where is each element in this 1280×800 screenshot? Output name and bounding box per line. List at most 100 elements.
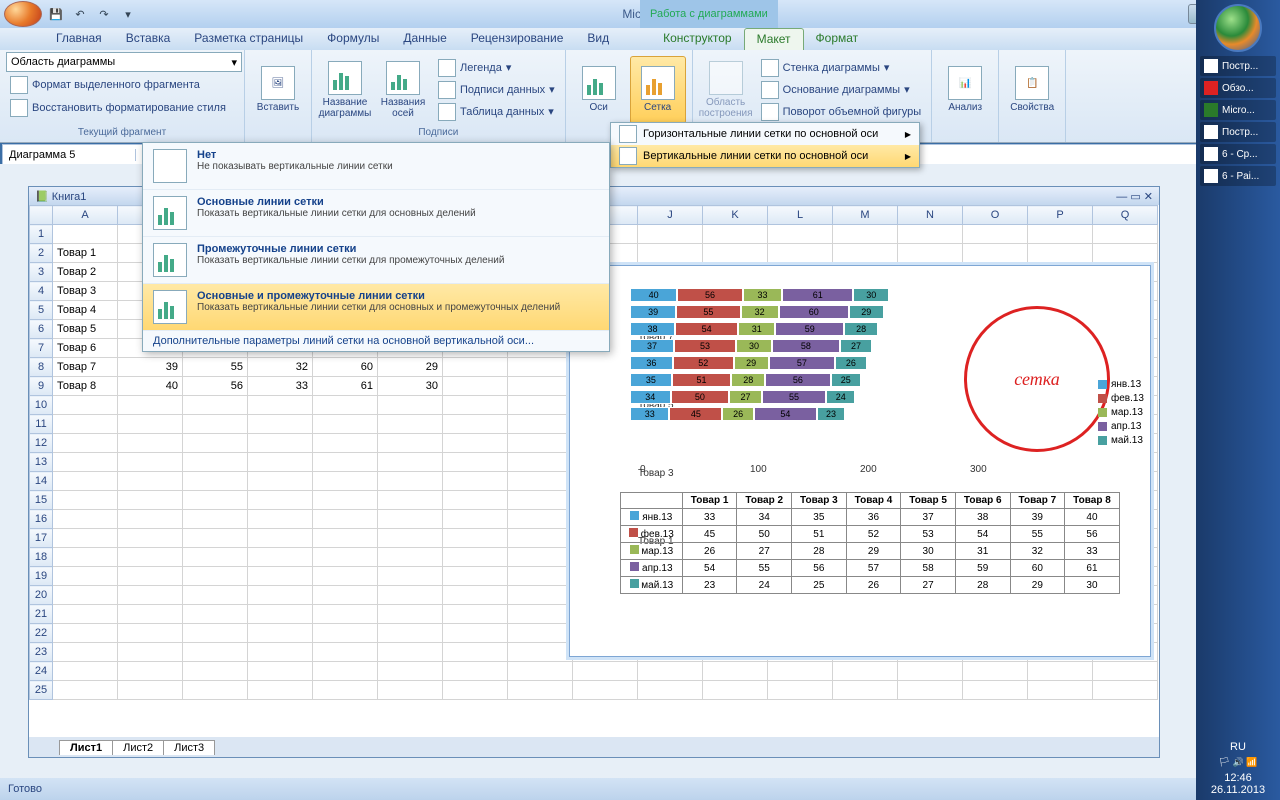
legend-button[interactable]: Легенда ▾ <box>434 58 559 78</box>
chart-title-button[interactable]: Название диаграммы <box>318 57 372 123</box>
wb-min-icon[interactable]: — <box>1116 191 1127 203</box>
grid-icon <box>641 66 675 100</box>
chart-object[interactable]: 4056336130Товар 739553260293854315928Тов… <box>569 265 1151 657</box>
annotation-circle: сетка <box>964 306 1110 452</box>
group-label: Текущий фрагмент <box>6 127 238 140</box>
taskbar-item[interactable]: 6 - Pai... <box>1200 166 1276 186</box>
rotation-button[interactable]: Поворот объемной фигуры <box>757 102 926 122</box>
wb-max-icon[interactable]: ▭ <box>1130 191 1140 203</box>
plot-area-button[interactable]: Область построения <box>699 57 753 123</box>
vertical-gridlines-gallery: НетНе показывать вертикальные линии сетк… <box>142 142 610 352</box>
chart-title-icon <box>328 61 362 95</box>
clock-time[interactable]: 12:46 <box>1196 772 1280 784</box>
chart-floor-button[interactable]: Основание диаграммы ▾ <box>757 80 926 100</box>
taskbar-item[interactable]: Постр... <box>1200 122 1276 142</box>
axis-tick: 100 <box>750 464 767 475</box>
both-icon <box>153 290 187 324</box>
chart-data-table: Товар 1Товар 2Товар 3Товар 4Товар 5Товар… <box>620 492 1120 594</box>
analysis-icon: 📊 <box>948 66 982 100</box>
gallery-item-none[interactable]: НетНе показывать вертикальные линии сетк… <box>143 143 609 190</box>
group-label: Подписи <box>318 127 559 140</box>
contextual-tab-title: Работа с диаграммами <box>640 0 778 28</box>
wall-icon <box>761 59 779 77</box>
tab-format[interactable]: Формат <box>804 28 871 50</box>
taskbar-item[interactable]: Постр... <box>1200 56 1276 76</box>
tab-home[interactable]: Главная <box>44 28 114 50</box>
insert-button[interactable]: 🖼Вставить <box>251 57 305 123</box>
format-selection-button[interactable]: Формат выделенного фрагмента <box>6 75 238 95</box>
app-icon <box>1204 59 1218 73</box>
minor-icon <box>153 243 187 277</box>
plotarea-icon <box>709 61 743 95</box>
chart-legend: янв.13 фев.13 мар.13 апр.13 май.13 <box>1098 376 1144 449</box>
picture-icon: 🖼 <box>261 66 295 100</box>
data-table-button[interactable]: Таблица данных ▾ <box>434 102 559 122</box>
system-tray: RU 🏳 🔊 📶 12:46 26.11.2013 <box>1196 741 1280 796</box>
submenu-item-horizontal[interactable]: Горизонтальные линии сетки по основной о… <box>611 123 919 145</box>
name-box[interactable]: Диаграмма 5 <box>3 149 136 161</box>
tab-layout[interactable]: Макет <box>744 28 804 50</box>
legend-icon <box>438 59 456 77</box>
wb-close-icon[interactable]: ✕ <box>1144 191 1153 203</box>
taskbar-item[interactable]: Micro... <box>1200 100 1276 120</box>
taskbar-item[interactable]: 6 - Ср... <box>1200 144 1276 164</box>
ribbon-tabs: Главная Вставка Разметка страницы Формул… <box>0 28 1280 50</box>
chart-wall-button[interactable]: Стенка диаграммы ▾ <box>757 58 926 78</box>
tab-pagelayout[interactable]: Разметка страницы <box>182 28 315 50</box>
plot-area: 4056336130Товар 739553260293854315928Тов… <box>630 286 980 456</box>
start-button[interactable] <box>1214 4 1262 52</box>
tab-insert[interactable]: Вставка <box>114 28 183 50</box>
sheet-tab[interactable]: Лист3 <box>163 740 215 755</box>
axis-title-icon <box>386 61 420 95</box>
gallery-item-major[interactable]: Основные линии сеткиПоказать вертикальны… <box>143 190 609 237</box>
datatable-icon <box>438 103 456 121</box>
axes-button[interactable]: Оси <box>572 57 626 123</box>
app-icon <box>1204 147 1218 161</box>
titlebar: 💾 ↶ ↷ ▾ Microsoft Excel Работа с диаграм… <box>0 0 1280 28</box>
format-icon <box>10 76 28 94</box>
redo-icon[interactable]: ↷ <box>94 4 114 24</box>
language-indicator[interactable]: RU <box>1196 741 1280 753</box>
tab-data[interactable]: Данные <box>391 28 458 50</box>
major-icon <box>153 196 187 230</box>
axis-tick: 200 <box>860 464 877 475</box>
save-icon[interactable]: 💾 <box>46 4 66 24</box>
statusbar: Готово <box>0 778 1196 800</box>
properties-icon: 📋 <box>1015 66 1049 100</box>
sheet-tab[interactable]: Лист2 <box>112 740 164 755</box>
qat-dropdown-icon[interactable]: ▾ <box>118 4 138 24</box>
app-icon <box>1204 81 1218 95</box>
datalabels-icon <box>438 81 456 99</box>
axis-tick: 300 <box>970 464 987 475</box>
taskbar-item[interactable]: Обзо... <box>1200 78 1276 98</box>
quick-access-toolbar: 💾 ↶ ↷ ▾ <box>42 4 138 24</box>
app-icon <box>1204 169 1218 183</box>
gridlines-button[interactable]: Сетка <box>630 56 686 124</box>
sheet-tab[interactable]: Лист1 <box>59 740 113 755</box>
windows-taskbar: Постр... Обзо... Micro... Постр... 6 - С… <box>1196 0 1280 800</box>
properties-button[interactable]: 📋Свойства <box>1005 57 1059 123</box>
none-icon <box>153 149 187 183</box>
gallery-item-minor[interactable]: Промежуточные линии сеткиПоказать вертик… <box>143 237 609 284</box>
tab-view[interactable]: Вид <box>575 28 621 50</box>
data-labels-button[interactable]: Подписи данных ▾ <box>434 80 559 100</box>
axes-icon <box>582 66 616 100</box>
axis-titles-button[interactable]: Названия осей <box>376 57 430 123</box>
undo-icon[interactable]: ↶ <box>70 4 90 24</box>
tab-formulas[interactable]: Формулы <box>315 28 391 50</box>
chart-element-selector[interactable]: Область диаграммы▾ <box>6 52 242 72</box>
gallery-more-options[interactable]: Дополнительные параметры линий сетки на … <box>143 331 609 351</box>
submenu-item-vertical[interactable]: Вертикальные линии сетки по основной оси… <box>611 145 919 167</box>
analysis-button[interactable]: 📊Анализ <box>938 57 992 123</box>
hgrid-icon <box>619 125 637 143</box>
tab-design[interactable]: Конструктор <box>651 28 743 50</box>
sheet-tabs: Лист1 Лист2 Лист3 <box>29 737 1159 757</box>
vgrid-icon <box>619 147 637 165</box>
gallery-item-both[interactable]: Основные и промежуточные линии сеткиПока… <box>143 284 609 331</box>
floor-icon <box>761 81 779 99</box>
app-icon <box>1204 125 1218 139</box>
tab-review[interactable]: Рецензирование <box>459 28 576 50</box>
axis-tick: 0 <box>640 464 646 475</box>
reset-style-button[interactable]: Восстановить форматирование стиля <box>6 98 238 118</box>
office-button[interactable] <box>4 1 42 27</box>
